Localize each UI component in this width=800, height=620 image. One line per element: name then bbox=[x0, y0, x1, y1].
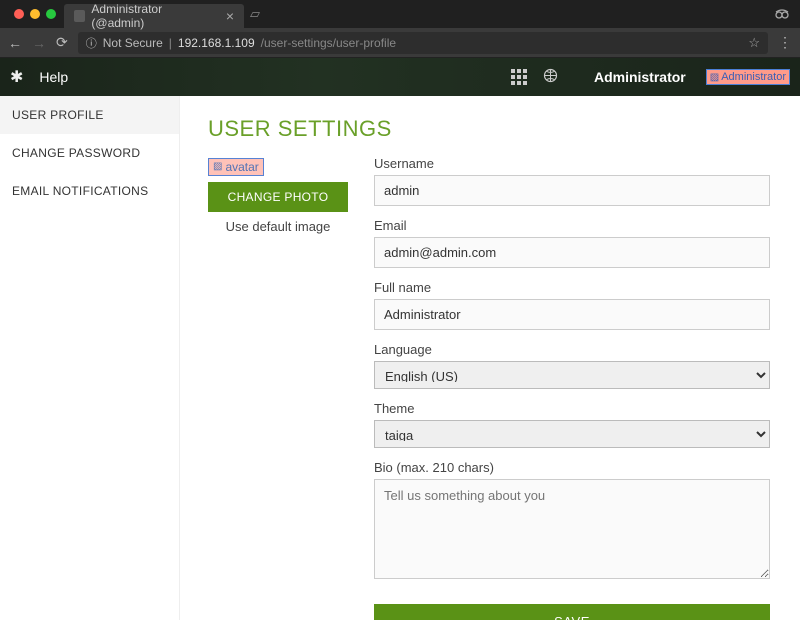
avatar-alt: avatar bbox=[225, 160, 258, 174]
security-label: Not Secure bbox=[103, 36, 163, 50]
apps-grid-icon[interactable] bbox=[511, 69, 527, 85]
tab-favicon-icon bbox=[74, 10, 85, 22]
content: USER SETTINGS ▨ avatar CHANGE PHOTO Use … bbox=[180, 96, 800, 620]
globe-icon[interactable] bbox=[543, 68, 558, 87]
field-group-username: Username bbox=[374, 156, 770, 206]
url-field[interactable]: ⓘ Not Secure | 192.168.1.109/user-settin… bbox=[78, 32, 768, 54]
avatar-column: ▨ avatar CHANGE PHOTO Use default image bbox=[208, 156, 348, 620]
logo-icon: ✱ bbox=[10, 67, 23, 87]
browser-menu-icon[interactable]: ⋮ bbox=[778, 34, 792, 51]
field-group-bio: Bio (max. 210 chars) bbox=[374, 460, 770, 584]
header-avatar[interactable]: ▨ Administrator bbox=[706, 69, 790, 85]
email-input[interactable] bbox=[374, 237, 770, 268]
use-default-image-link[interactable]: Use default image bbox=[208, 219, 348, 234]
tab-close-icon[interactable]: × bbox=[226, 8, 234, 24]
fullname-input[interactable] bbox=[374, 299, 770, 330]
sidebar-item-email-notifications[interactable]: EMAIL NOTIFICATIONS bbox=[0, 172, 179, 210]
tab-bar: Administrator (@admin) × ▱ bbox=[0, 0, 800, 28]
current-user-label[interactable]: Administrator bbox=[594, 69, 686, 85]
save-button[interactable]: SAVE bbox=[374, 604, 770, 620]
window-controls bbox=[6, 9, 64, 19]
bio-textarea[interactable] bbox=[374, 479, 770, 579]
back-icon[interactable]: ← bbox=[8, 35, 22, 51]
field-group-email: Email bbox=[374, 218, 770, 268]
broken-image-icon: ▨ bbox=[213, 161, 222, 172]
form-row: ▨ avatar CHANGE PHOTO Use default image … bbox=[208, 156, 770, 620]
email-label: Email bbox=[374, 218, 770, 233]
avatar-image: ▨ avatar bbox=[208, 158, 264, 176]
reload-icon[interactable]: ⟳ bbox=[56, 34, 68, 51]
field-group-fullname: Full name bbox=[374, 280, 770, 330]
close-window-icon[interactable] bbox=[14, 9, 24, 19]
help-link[interactable]: Help bbox=[39, 69, 68, 85]
fields-column: Username Email Full name Language Englis… bbox=[374, 156, 770, 620]
page-title: USER SETTINGS bbox=[208, 116, 770, 142]
fullname-label: Full name bbox=[374, 280, 770, 295]
url-host: 192.168.1.109 bbox=[178, 36, 255, 50]
app-body: USER PROFILE CHANGE PASSWORD EMAIL NOTIF… bbox=[0, 96, 800, 620]
browser-chrome: Administrator (@admin) × ▱ ← → ⟳ ⓘ Not S… bbox=[0, 0, 800, 58]
minimize-window-icon[interactable] bbox=[30, 9, 40, 19]
tab-title: Administrator (@admin) bbox=[91, 2, 211, 30]
field-group-language: Language English (US) bbox=[374, 342, 770, 389]
forward-icon[interactable]: → bbox=[32, 35, 46, 51]
info-icon: ⓘ bbox=[86, 35, 97, 51]
language-label: Language bbox=[374, 342, 770, 357]
bio-label: Bio (max. 210 chars) bbox=[374, 460, 770, 475]
broken-image-icon: ▨ bbox=[710, 72, 719, 83]
change-photo-button[interactable]: CHANGE PHOTO bbox=[208, 182, 348, 212]
field-group-theme: Theme taiga bbox=[374, 401, 770, 448]
theme-label: Theme bbox=[374, 401, 770, 416]
theme-select[interactable]: taiga bbox=[374, 420, 770, 448]
maximize-window-icon[interactable] bbox=[46, 9, 56, 19]
sidebar: USER PROFILE CHANGE PASSWORD EMAIL NOTIF… bbox=[0, 96, 180, 620]
url-path: /user-settings/user-profile bbox=[261, 36, 396, 50]
app-header: ✱ Help Administrator ▨ Administrator bbox=[0, 58, 800, 96]
language-select[interactable]: English (US) bbox=[374, 361, 770, 389]
browser-tab[interactable]: Administrator (@admin) × bbox=[64, 4, 244, 28]
username-input[interactable] bbox=[374, 175, 770, 206]
sidebar-item-user-profile[interactable]: USER PROFILE bbox=[0, 96, 179, 134]
incognito-icon bbox=[774, 6, 790, 23]
username-label: Username bbox=[374, 156, 770, 171]
app-logo[interactable]: ✱ bbox=[10, 67, 23, 87]
bookmark-icon[interactable]: ☆ bbox=[748, 35, 760, 51]
address-bar: ← → ⟳ ⓘ Not Secure | 192.168.1.109/user-… bbox=[0, 28, 800, 58]
avatar-alt-text: Administrator bbox=[721, 71, 786, 83]
new-tab-icon[interactable]: ▱ bbox=[250, 6, 260, 22]
sidebar-item-change-password[interactable]: CHANGE PASSWORD bbox=[0, 134, 179, 172]
